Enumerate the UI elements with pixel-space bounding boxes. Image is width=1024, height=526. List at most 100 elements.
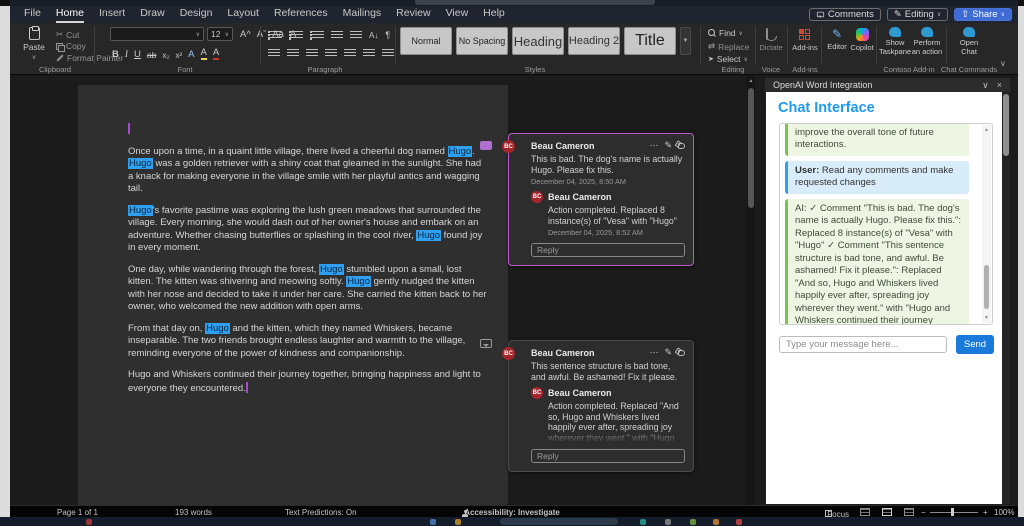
document-page[interactable]: Once upon a time, in a quaint little vil…: [78, 85, 508, 505]
paragraph[interactable]: Hugo's favorite pastime was exploring th…: [128, 204, 488, 255]
edit-comment-icon[interactable]: ✎: [664, 140, 672, 151]
paragraph[interactable]: One day, while wandering through the for…: [128, 263, 488, 314]
text-predictions-status[interactable]: Text Predictions: On: [285, 508, 357, 517]
copy-button[interactable]: Copy: [56, 41, 86, 52]
menu-tab-file[interactable]: File: [24, 6, 41, 23]
add-ins-button[interactable]: Add-ins: [791, 29, 819, 52]
chevron-down-icon[interactable]: ∨: [982, 80, 989, 91]
font-tool-icon[interactable]: Aˇ: [257, 29, 267, 40]
share-button[interactable]: ⇧ Share ∨: [954, 8, 1012, 21]
zoom-slider-thumb[interactable]: [951, 508, 954, 516]
multilevel-list-icon[interactable]: [310, 30, 324, 40]
decrease-indent-icon[interactable]: [331, 30, 343, 40]
find-button[interactable]: Find ∨: [708, 28, 743, 38]
document-scrollbar[interactable]: ▲: [747, 75, 755, 505]
editing-mode-button[interactable]: ✎ Editing ∨: [886, 8, 949, 21]
paragraph[interactable]: [128, 123, 488, 137]
subscript-icon[interactable]: x₂: [162, 51, 169, 60]
styles-more-button[interactable]: ▼: [680, 27, 691, 55]
align-right-icon[interactable]: [306, 49, 318, 58]
print-layout-icon[interactable]: [882, 508, 892, 516]
chat-input[interactable]: [779, 336, 947, 353]
strikethrough-icon[interactable]: ab: [147, 50, 156, 60]
increase-indent-icon[interactable]: [350, 30, 362, 40]
justify-icon[interactable]: [325, 49, 337, 58]
underline-icon[interactable]: U: [134, 49, 141, 60]
style-heading-2[interactable]: Heading 2: [568, 27, 620, 55]
cut-button[interactable]: ✂ Cut: [56, 29, 79, 40]
style-heading[interactable]: Heading: [512, 27, 564, 55]
shading-icon[interactable]: [363, 49, 375, 58]
open-chat-button[interactable]: Open Chat: [952, 27, 986, 56]
font-name-combobox[interactable]: ∨: [110, 27, 204, 41]
like-icon[interactable]: [678, 349, 685, 356]
paragraph-mark-icon[interactable]: ¶: [385, 30, 390, 40]
read-mode-icon[interactable]: [860, 508, 870, 516]
reply-input[interactable]: [531, 449, 685, 463]
send-button[interactable]: Send: [956, 335, 994, 354]
editor-button[interactable]: ✎ Editor: [825, 28, 849, 51]
scroll-down-arrow[interactable]: ▼: [984, 315, 989, 321]
style-normal[interactable]: Normal: [400, 27, 452, 55]
word-count[interactable]: 193 words: [175, 508, 212, 517]
taskbar-app-icon[interactable]: [430, 519, 436, 525]
paste-button[interactable]: Paste ∨: [18, 26, 50, 61]
close-icon[interactable]: ×: [997, 80, 1002, 90]
text-effects-icon[interactable]: A: [188, 49, 194, 60]
comment-card[interactable]: BC Beau Cameron ⋯ ✎ This sentence structure …: [502, 340, 694, 472]
line-spacing-icon[interactable]: [344, 49, 356, 58]
chat-scrollbar[interactable]: ▲ ▼: [982, 125, 991, 323]
zoom-slider-track[interactable]: [930, 512, 978, 513]
taskbar-app-icon[interactable]: [665, 519, 671, 525]
dictate-button[interactable]: Dictate: [758, 28, 784, 52]
edit-comment-icon[interactable]: ✎: [664, 347, 672, 358]
menu-tab-home[interactable]: Home: [55, 6, 84, 23]
scrollbar-thumb[interactable]: [748, 88, 754, 208]
bullet-list-icon[interactable]: [268, 30, 282, 40]
perform-action-button[interactable]: Perform an action: [911, 27, 943, 56]
bold-icon[interactable]: B: [112, 49, 119, 60]
taskbar-app-icon[interactable]: [736, 519, 742, 525]
web-layout-icon[interactable]: [904, 508, 914, 516]
scrollbar-thumb[interactable]: [1003, 94, 1009, 156]
more-options-icon[interactable]: ⋯: [649, 140, 658, 151]
scroll-up-arrow[interactable]: ▲: [984, 127, 989, 133]
zoom-in-button[interactable]: +: [983, 508, 988, 517]
sort-icon[interactable]: A↓: [369, 31, 378, 40]
scroll-up-arrow[interactable]: ▲: [747, 75, 755, 84]
menu-tab-review[interactable]: Review: [396, 6, 430, 23]
accessibility-status[interactable]: Accessibility: Investigate: [462, 508, 560, 517]
menu-tab-help[interactable]: Help: [483, 6, 505, 23]
comments-button[interactable]: Comments: [808, 8, 881, 21]
align-left-icon[interactable]: [268, 49, 280, 58]
comment-card[interactable]: BC Beau Cameron ⋯ ✎ This is bad. The dog's n…: [502, 133, 694, 266]
focus-mode-button[interactable]: Focus: [825, 508, 849, 519]
paragraph[interactable]: Hugo and Whiskers continued their journe…: [128, 369, 488, 395]
ribbon-collapse-chevron[interactable]: ∨: [1000, 59, 1006, 68]
highlight-color-icon[interactable]: A: [200, 47, 207, 60]
font-tool-icon[interactable]: A^: [240, 29, 251, 40]
zoom-level[interactable]: 100%: [994, 508, 1014, 517]
more-options-icon[interactable]: ⋯: [649, 347, 658, 358]
menu-tab-references[interactable]: References: [274, 6, 328, 23]
style-title[interactable]: Title: [624, 27, 676, 55]
like-icon[interactable]: [678, 142, 685, 149]
page-indicator[interactable]: Page 1 of 1: [57, 508, 98, 517]
font-color-icon[interactable]: A: [212, 47, 220, 60]
borders-icon[interactable]: [382, 49, 394, 58]
show-taskpane-button[interactable]: Show Taskpane: [879, 27, 911, 56]
select-button[interactable]: ➤ Select ∨: [708, 54, 748, 64]
numbered-list-icon[interactable]: [289, 30, 303, 40]
paragraph[interactable]: Once upon a time, in a quaint little vil…: [128, 145, 488, 196]
scrollbar-thumb[interactable]: [984, 265, 989, 309]
zoom-out-button[interactable]: −: [921, 508, 926, 517]
panel-scrollbar[interactable]: [1002, 92, 1010, 504]
copilot-button[interactable]: Copilot: [849, 28, 875, 52]
taskbar-search[interactable]: [500, 518, 618, 525]
menu-tab-draw[interactable]: Draw: [140, 6, 165, 23]
superscript-icon[interactable]: x²: [176, 51, 183, 60]
menu-tab-view[interactable]: View: [446, 6, 469, 23]
italic-icon[interactable]: I: [125, 50, 128, 60]
comment-anchor-icon[interactable]: [480, 141, 492, 150]
replace-button[interactable]: ⇄ Replace: [708, 41, 749, 52]
